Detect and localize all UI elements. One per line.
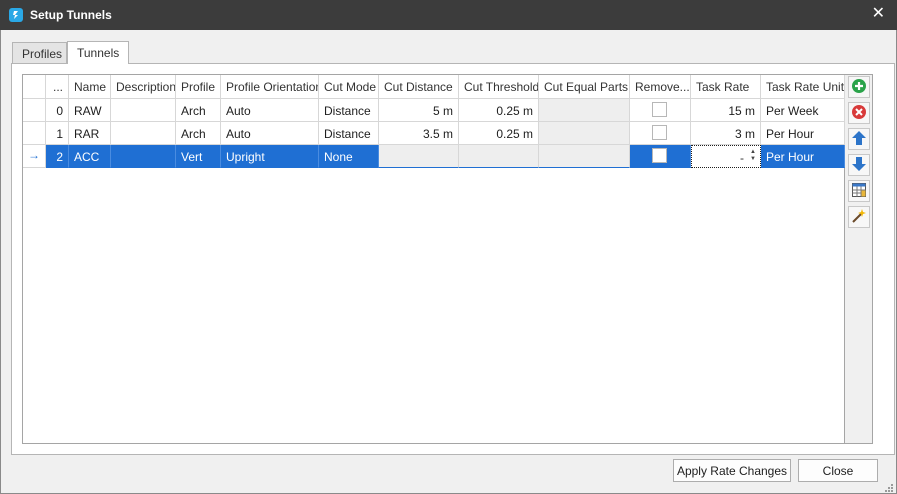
add-icon bbox=[851, 78, 867, 97]
column-header-cut-equal-parts[interactable]: Cut Equal Parts bbox=[539, 75, 630, 99]
delete-icon bbox=[851, 104, 867, 123]
selected-row-arrow-icon: → bbox=[23, 145, 46, 168]
auto-fill-button[interactable] bbox=[848, 206, 870, 228]
column-header-task-rate-unit[interactable]: Task Rate Unit bbox=[761, 75, 845, 99]
row-indicator-header bbox=[23, 75, 46, 99]
cell-name[interactable]: RAR bbox=[69, 122, 111, 145]
cell-profile[interactable]: Arch bbox=[176, 99, 221, 122]
cell-profile[interactable]: Vert bbox=[176, 145, 221, 168]
close-button[interactable]: Close bbox=[798, 459, 878, 482]
resize-grip-icon[interactable] bbox=[884, 482, 894, 492]
task-rate-spin-editor[interactable]: - ▲ ▼ bbox=[691, 145, 761, 168]
cell-cut-distance bbox=[379, 145, 459, 168]
column-header-profile[interactable]: Profile bbox=[176, 75, 221, 99]
move-up-icon bbox=[851, 130, 867, 149]
cell-description[interactable] bbox=[111, 122, 176, 145]
task-rate-value: - bbox=[740, 151, 744, 165]
column-header-profile-orientation[interactable]: Profile Orientation bbox=[221, 75, 319, 99]
cell-task-rate-unit[interactable]: Per Hour bbox=[761, 122, 845, 145]
cell-cut-equal-parts bbox=[539, 122, 630, 145]
cell-cut-mode[interactable]: Distance bbox=[319, 122, 379, 145]
remove-checkbox[interactable] bbox=[652, 148, 667, 163]
cell-remove[interactable] bbox=[630, 145, 691, 168]
window-title: Setup Tunnels bbox=[30, 8, 112, 22]
tunnels-grid[interactable]: ... Name Description Profile Profile Ori… bbox=[22, 74, 845, 444]
tab-tunnels[interactable]: Tunnels bbox=[67, 41, 129, 64]
close-window-icon[interactable]: ✕ bbox=[872, 6, 885, 22]
column-header-name[interactable]: Name bbox=[69, 75, 111, 99]
cell-description[interactable] bbox=[111, 99, 176, 122]
move-down-icon bbox=[851, 156, 867, 175]
delete-row-button[interactable] bbox=[848, 102, 870, 124]
cell-name[interactable]: ACC bbox=[69, 145, 111, 168]
cell-profile-orientation[interactable]: Upright bbox=[221, 145, 319, 168]
cell-cut-threshold bbox=[459, 145, 539, 168]
cell-index[interactable]: 0 bbox=[46, 99, 69, 122]
title-bar: Setup Tunnels ✕ bbox=[0, 0, 897, 30]
tab-profiles[interactable]: Profiles bbox=[12, 42, 67, 63]
column-header-description[interactable]: Description bbox=[111, 75, 176, 99]
column-header-task-rate[interactable]: Task Rate bbox=[691, 75, 761, 99]
row-indicator bbox=[23, 99, 46, 122]
cell-profile-orientation[interactable]: Auto bbox=[221, 99, 319, 122]
spin-arrows-icon[interactable]: ▲ ▼ bbox=[749, 149, 757, 163]
table-settings-button[interactable] bbox=[848, 180, 870, 202]
remove-checkbox[interactable] bbox=[652, 125, 667, 140]
apply-rate-changes-button[interactable]: Apply Rate Changes bbox=[673, 459, 791, 482]
cell-index[interactable]: 1 bbox=[46, 122, 69, 145]
cell-remove[interactable] bbox=[630, 99, 691, 122]
cell-profile-orientation[interactable]: Auto bbox=[221, 122, 319, 145]
table-grid-icon bbox=[851, 182, 867, 201]
column-header-index[interactable]: ... bbox=[46, 75, 69, 99]
wand-icon bbox=[851, 208, 867, 227]
cell-cut-mode[interactable]: Distance bbox=[319, 99, 379, 122]
cell-remove[interactable] bbox=[630, 122, 691, 145]
cell-name[interactable]: RAW bbox=[69, 99, 111, 122]
cell-cut-threshold[interactable]: 0.25 m bbox=[459, 122, 539, 145]
column-header-cut-mode[interactable]: Cut Mode bbox=[319, 75, 379, 99]
cell-task-rate-unit[interactable]: Per Hour bbox=[761, 145, 845, 168]
cell-task-rate[interactable]: 15 m bbox=[691, 99, 761, 122]
app-logo-icon bbox=[9, 8, 23, 22]
cell-index[interactable]: 2 bbox=[46, 145, 69, 168]
cell-cut-equal-parts bbox=[539, 99, 630, 122]
row-indicator bbox=[23, 122, 46, 145]
column-header-cut-distance[interactable]: Cut Distance bbox=[379, 75, 459, 99]
cell-cut-distance[interactable]: 5 m bbox=[379, 99, 459, 122]
cell-task-rate-unit[interactable]: Per Week bbox=[761, 99, 845, 122]
cell-cut-threshold[interactable]: 0.25 m bbox=[459, 99, 539, 122]
cell-cut-mode[interactable]: None bbox=[319, 145, 379, 168]
cell-cut-equal-parts bbox=[539, 145, 630, 168]
cell-profile[interactable]: Arch bbox=[176, 122, 221, 145]
move-up-button[interactable] bbox=[848, 128, 870, 150]
column-header-cut-threshold[interactable]: Cut Threshold bbox=[459, 75, 539, 99]
add-row-button[interactable] bbox=[848, 76, 870, 98]
column-header-remove[interactable]: Remove... bbox=[630, 75, 691, 99]
cell-task-rate[interactable]: 3 m bbox=[691, 122, 761, 145]
cell-cut-distance[interactable]: 3.5 m bbox=[379, 122, 459, 145]
cell-description[interactable] bbox=[111, 145, 176, 168]
remove-checkbox[interactable] bbox=[652, 102, 667, 117]
move-down-button[interactable] bbox=[848, 154, 870, 176]
